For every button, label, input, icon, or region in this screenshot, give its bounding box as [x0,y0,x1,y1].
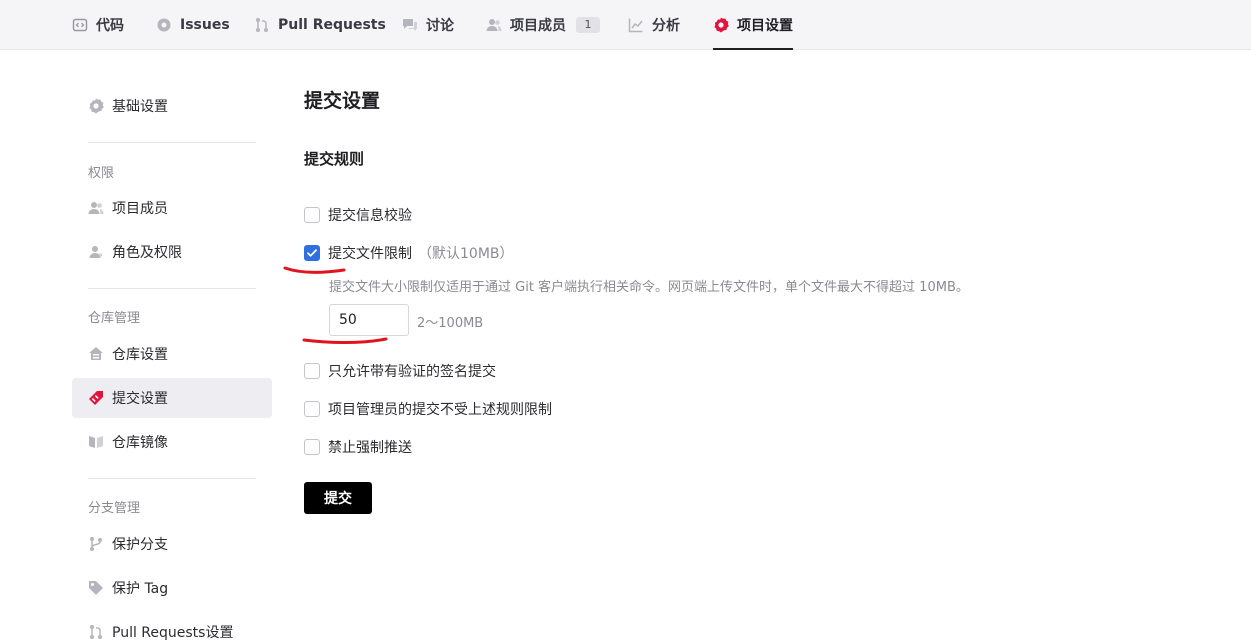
members-icon [88,200,104,216]
tab-discussions-label: 讨论 [426,18,454,34]
page-title: 提交设置 [304,90,381,112]
branch-icon [88,536,104,552]
tab-discussions[interactable]: 讨论 [402,0,454,50]
option-message-check[interactable]: 提交信息校验 [304,205,412,225]
sidebar-item-label: 保护分支 [112,537,168,553]
sidebar-group-branch: 分支管理 [88,501,141,516]
sidebar-item-members[interactable]: 项目成员 [72,188,272,228]
option-admin-exempt[interactable]: 项目管理员的提交不受上述规则限制 [304,399,552,419]
file-limit-range-hint: 2～100MB [417,316,484,331]
tab-pull-requests[interactable]: Pull Requests [254,0,386,50]
tab-project-settings[interactable]: 项目设置 [713,0,793,50]
option-label: 项目管理员的提交不受上述规则限制 [328,402,552,418]
sidebar-divider [88,288,256,289]
sidebar-divider [88,142,256,143]
option-default-note: （默认10MB） [418,246,514,262]
tab-analytics[interactable]: 分析 [628,0,680,50]
option-label: 只允许带有验证的签名提交 [328,364,496,380]
members-count-badge: 1 [576,17,600,33]
discussion-icon [402,17,418,33]
sidebar-item-pr-settings[interactable]: Pull Requests设置 [72,612,272,640]
tab-pull-requests-label: Pull Requests [278,17,386,33]
sidebar-item-label: 提交设置 [112,391,168,407]
message-check-checkbox[interactable] [304,207,320,223]
tab-members[interactable]: 项目成员 1 [486,0,600,50]
option-label: 禁止强制推送 [328,440,412,456]
option-file-limit[interactable]: 提交文件限制 （默认10MB） [304,243,514,263]
sidebar-group-permissions: 权限 [88,166,115,181]
tab-members-label: 项目成员 [510,18,566,34]
sidebar-group-repo: 仓库管理 [88,311,141,326]
sidebar-item-repo-settings[interactable]: 仓库设置 [72,334,272,374]
sidebar-item-label: 基础设置 [112,99,168,115]
sidebar-item-label: 角色及权限 [112,245,182,261]
sidebar-item-label: 项目成员 [112,201,168,217]
option-no-force-push[interactable]: 禁止强制推送 [304,437,412,457]
file-limit-help-text: 提交文件大小限制仅适用于通过 Git 客户端执行相关命令。网页端上传文件时，单个… [329,280,969,295]
no-force-push-checkbox[interactable] [304,439,320,455]
submit-button[interactable]: 提交 [304,482,372,514]
sidebar-item-basic-settings[interactable]: 基础设置 [72,86,272,126]
signed-only-checkbox[interactable] [304,363,320,379]
chart-icon [628,17,644,33]
sidebar-divider [88,478,256,479]
user-role-icon [88,244,104,260]
commit-tag-icon [88,390,104,406]
option-signed-only[interactable]: 只允许带有验证的签名提交 [304,361,496,381]
tab-issues[interactable]: Issues [156,0,230,50]
mirror-icon [88,434,104,450]
tab-analytics-label: 分析 [652,18,680,34]
option-label: 提交信息校验 [328,208,412,224]
tab-issues-label: Issues [180,17,230,33]
sidebar-item-mirror[interactable]: 仓库镜像 [72,422,272,462]
pull-request-icon [88,624,104,640]
file-limit-checkbox[interactable] [304,245,320,261]
tab-project-settings-label: 项目设置 [737,18,793,34]
members-icon [486,17,502,33]
tag-icon [88,580,104,596]
sidebar-item-label: 仓库设置 [112,347,168,363]
sidebar-item-roles[interactable]: 角色及权限 [72,232,272,272]
tab-code[interactable]: 代码 [72,0,124,50]
option-label: 提交文件限制 [328,246,412,262]
sidebar-item-label: Pull Requests设置 [112,625,234,640]
settings-gear-icon [713,17,729,33]
repo-house-icon [88,346,104,362]
admin-exempt-checkbox[interactable] [304,401,320,417]
top-nav: 代码 Issues Pull Requests 讨论 项目成员 1 分析 项目设… [0,0,1251,50]
tab-code-label: 代码 [96,18,124,34]
checkmark-icon [307,249,317,257]
gear-icon [88,98,104,114]
file-limit-size-input[interactable] [329,304,409,336]
sidebar-item-label: 保护 Tag [112,581,169,597]
code-icon [72,17,88,33]
sidebar-item-label: 仓库镜像 [112,435,168,451]
issue-icon [156,17,172,33]
sidebar-item-protected-tag[interactable]: 保护 Tag [72,568,272,608]
sidebar-item-protected-branch[interactable]: 保护分支 [72,524,272,564]
section-title-commit-rules: 提交规则 [304,150,365,168]
sidebar-item-commit-settings[interactable]: 提交设置 [72,378,272,418]
pull-request-icon [254,17,270,33]
